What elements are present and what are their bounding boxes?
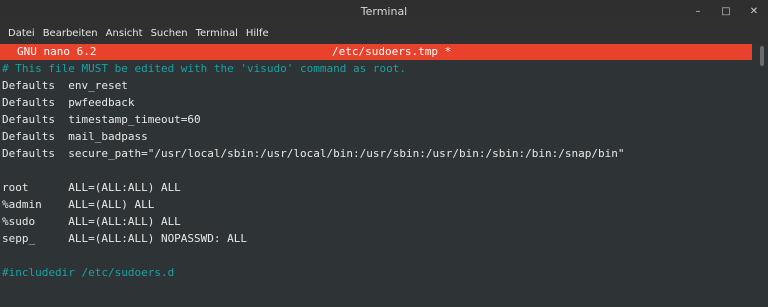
- terminal-window: Terminal – □ ✕ Datei Bearbeiten Ansicht …: [0, 0, 768, 307]
- nano-header-bar: GNU nano 6.2 /etc/sudoers.tmp *: [0, 44, 752, 60]
- terminal-scrollbar[interactable]: [752, 44, 768, 307]
- editor-line[interactable]: %admin ALL=(ALL) ALL: [0, 196, 768, 213]
- editor-line[interactable]: Defaults secure_path="/usr/local/sbin:/u…: [0, 145, 768, 162]
- editor-line[interactable]: Defaults env_reset: [0, 77, 768, 94]
- editor-line[interactable]: # This file MUST be edited with the 'vis…: [0, 60, 768, 77]
- editor-line[interactable]: Defaults timestamp_timeout=60: [0, 111, 768, 128]
- close-button[interactable]: ✕: [740, 0, 768, 23]
- maximize-button[interactable]: □: [712, 0, 740, 23]
- nano-filename: /etc/sudoers.tmp *: [332, 45, 452, 58]
- terminal-area[interactable]: GNU nano 6.2 /etc/sudoers.tmp * # This f…: [0, 44, 768, 307]
- editor-line[interactable]: Defaults mail_badpass: [0, 128, 768, 145]
- editor-line[interactable]: [0, 162, 768, 179]
- window-title: Terminal: [360, 5, 408, 18]
- menu-bar: Datei Bearbeiten Ansicht Suchen Terminal…: [0, 23, 768, 44]
- editor-content[interactable]: # This file MUST be edited with the 'vis…: [0, 60, 768, 281]
- scrollbar-thumb[interactable]: [760, 46, 764, 66]
- menu-hilfe[interactable]: Hilfe: [242, 23, 273, 44]
- title-bar[interactable]: Terminal – □ ✕: [0, 0, 768, 23]
- editor-line[interactable]: [0, 247, 768, 264]
- editor-line[interactable]: root ALL=(ALL:ALL) ALL: [0, 179, 768, 196]
- nano-version: GNU nano 6.2: [17, 45, 97, 58]
- menu-bearbeiten[interactable]: Bearbeiten: [39, 23, 102, 44]
- minimize-button[interactable]: –: [684, 0, 712, 23]
- menu-datei[interactable]: Datei: [4, 23, 39, 44]
- editor-line[interactable]: sepp_ ALL=(ALL:ALL) NOPASSWD: ALL: [0, 230, 768, 247]
- editor-line[interactable]: %sudo ALL=(ALL:ALL) ALL: [0, 213, 768, 230]
- menu-ansicht[interactable]: Ansicht: [102, 23, 147, 44]
- editor-line[interactable]: Defaults pwfeedback: [0, 94, 768, 111]
- editor-line[interactable]: #includedir /etc/sudoers.d: [0, 264, 768, 281]
- menu-suchen[interactable]: Suchen: [147, 23, 192, 44]
- menu-terminal[interactable]: Terminal: [192, 23, 242, 44]
- window-controls: – □ ✕: [684, 0, 768, 23]
